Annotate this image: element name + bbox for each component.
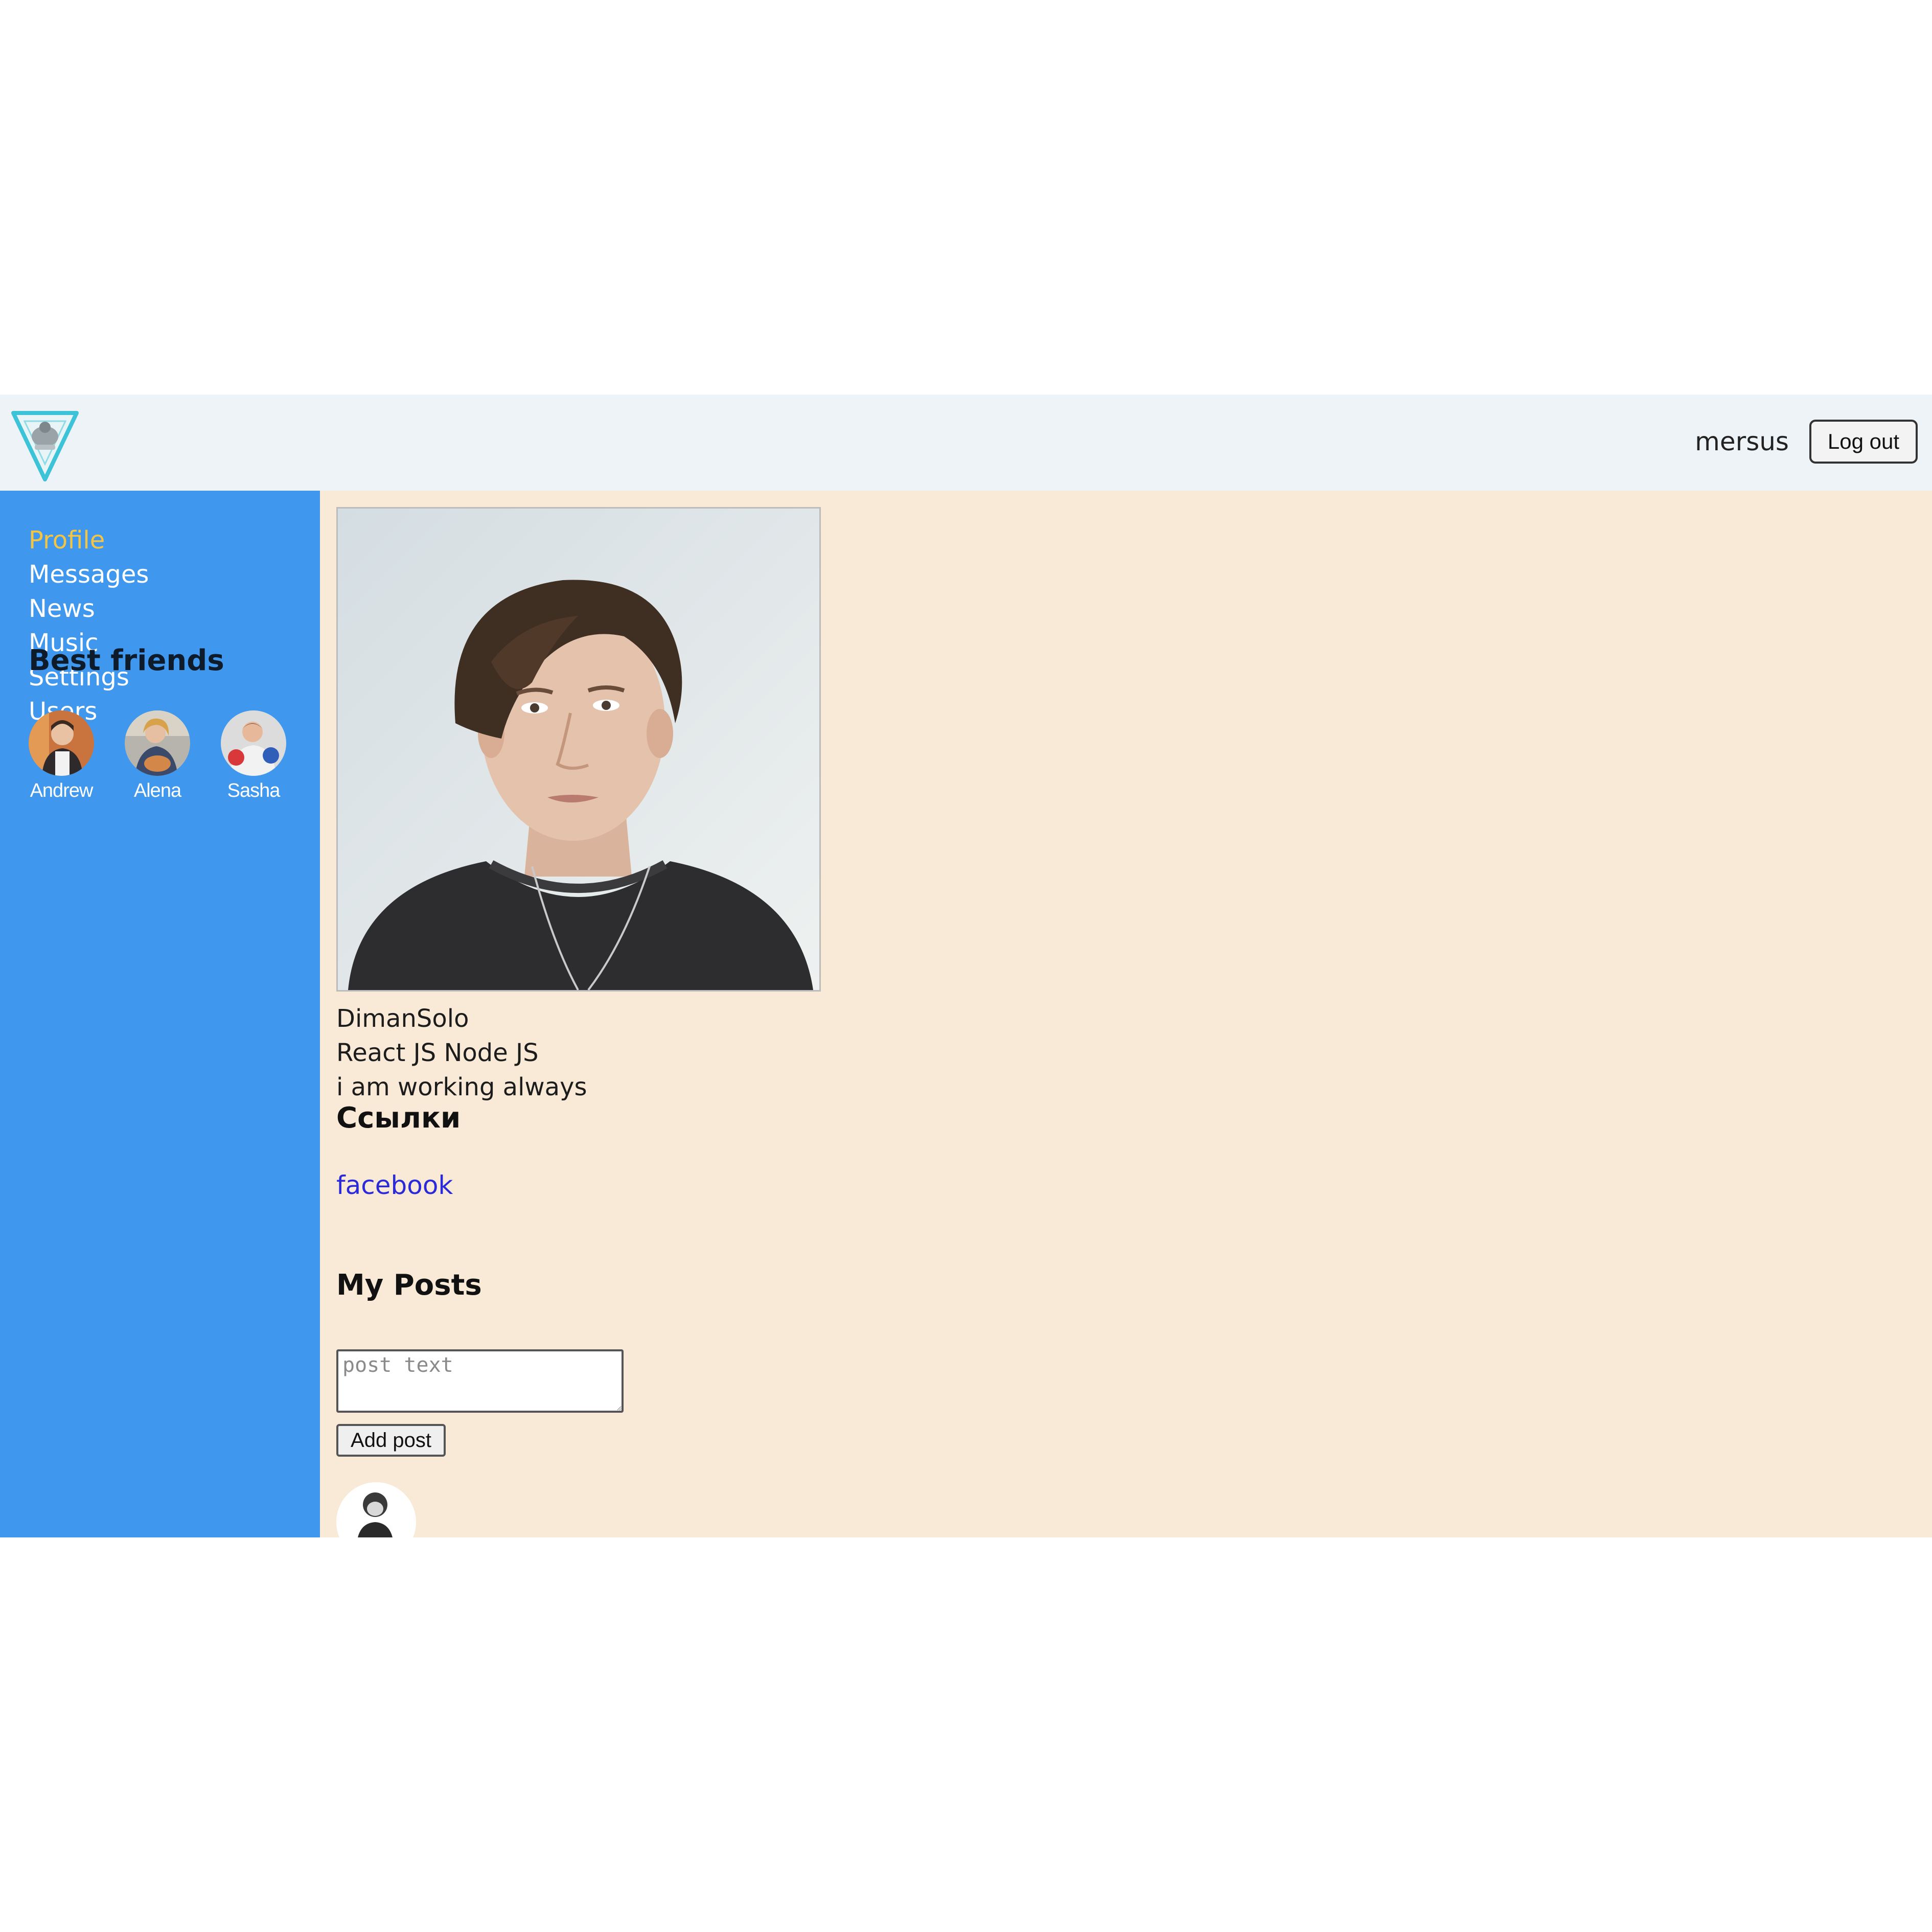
best-friends-title: Best friends bbox=[29, 644, 224, 677]
profile-photo bbox=[336, 507, 821, 992]
nav-messages[interactable]: Messages bbox=[29, 558, 149, 592]
friend-sasha[interactable]: Sasha bbox=[213, 710, 294, 802]
avatar bbox=[221, 710, 286, 776]
diamond-logo-icon[interactable] bbox=[9, 405, 81, 481]
friend-name: Alena bbox=[133, 780, 181, 801]
nav-news[interactable]: News bbox=[29, 592, 149, 626]
facebook-link[interactable]: facebook bbox=[336, 1170, 453, 1200]
avatar bbox=[29, 710, 94, 776]
my-posts-title: My Posts bbox=[336, 1269, 482, 1302]
profile-info: DimanSolo React JS Node JS i am working … bbox=[336, 1002, 587, 1105]
app-header: mersus Log out bbox=[0, 395, 1932, 491]
profile-skills: React JS Node JS bbox=[336, 1039, 539, 1067]
app-root: mersus Log out Profile Messages News Mus… bbox=[0, 395, 1932, 1537]
login-username: mersus bbox=[1695, 427, 1789, 456]
sidebar: Profile Messages News Music Settings Use… bbox=[0, 491, 320, 1537]
post-avatar bbox=[336, 1482, 416, 1537]
profile-content: DimanSolo React JS Node JS i am working … bbox=[320, 491, 1932, 1537]
avatar bbox=[125, 710, 190, 776]
links-title: Ссылки bbox=[336, 1101, 461, 1135]
logout-button[interactable]: Log out bbox=[1809, 420, 1918, 464]
profile-status[interactable]: i am working always bbox=[336, 1070, 587, 1105]
post-text-input[interactable] bbox=[336, 1349, 624, 1413]
nav-profile[interactable]: Profile bbox=[29, 523, 149, 558]
sidebar-nav: Profile Messages News Music Settings Use… bbox=[29, 523, 149, 729]
friend-andrew[interactable]: Andrew bbox=[20, 710, 102, 802]
friends-list: Andrew Alena Sasha bbox=[20, 710, 309, 802]
add-post-button[interactable]: Add post bbox=[336, 1424, 446, 1457]
login-block: mersus Log out bbox=[1695, 419, 1918, 464]
profile-full-name: DimanSolo bbox=[336, 1004, 469, 1033]
friend-alena[interactable]: Alena bbox=[117, 710, 198, 802]
friend-name: Sasha bbox=[227, 780, 281, 801]
friend-name: Andrew bbox=[30, 780, 94, 801]
